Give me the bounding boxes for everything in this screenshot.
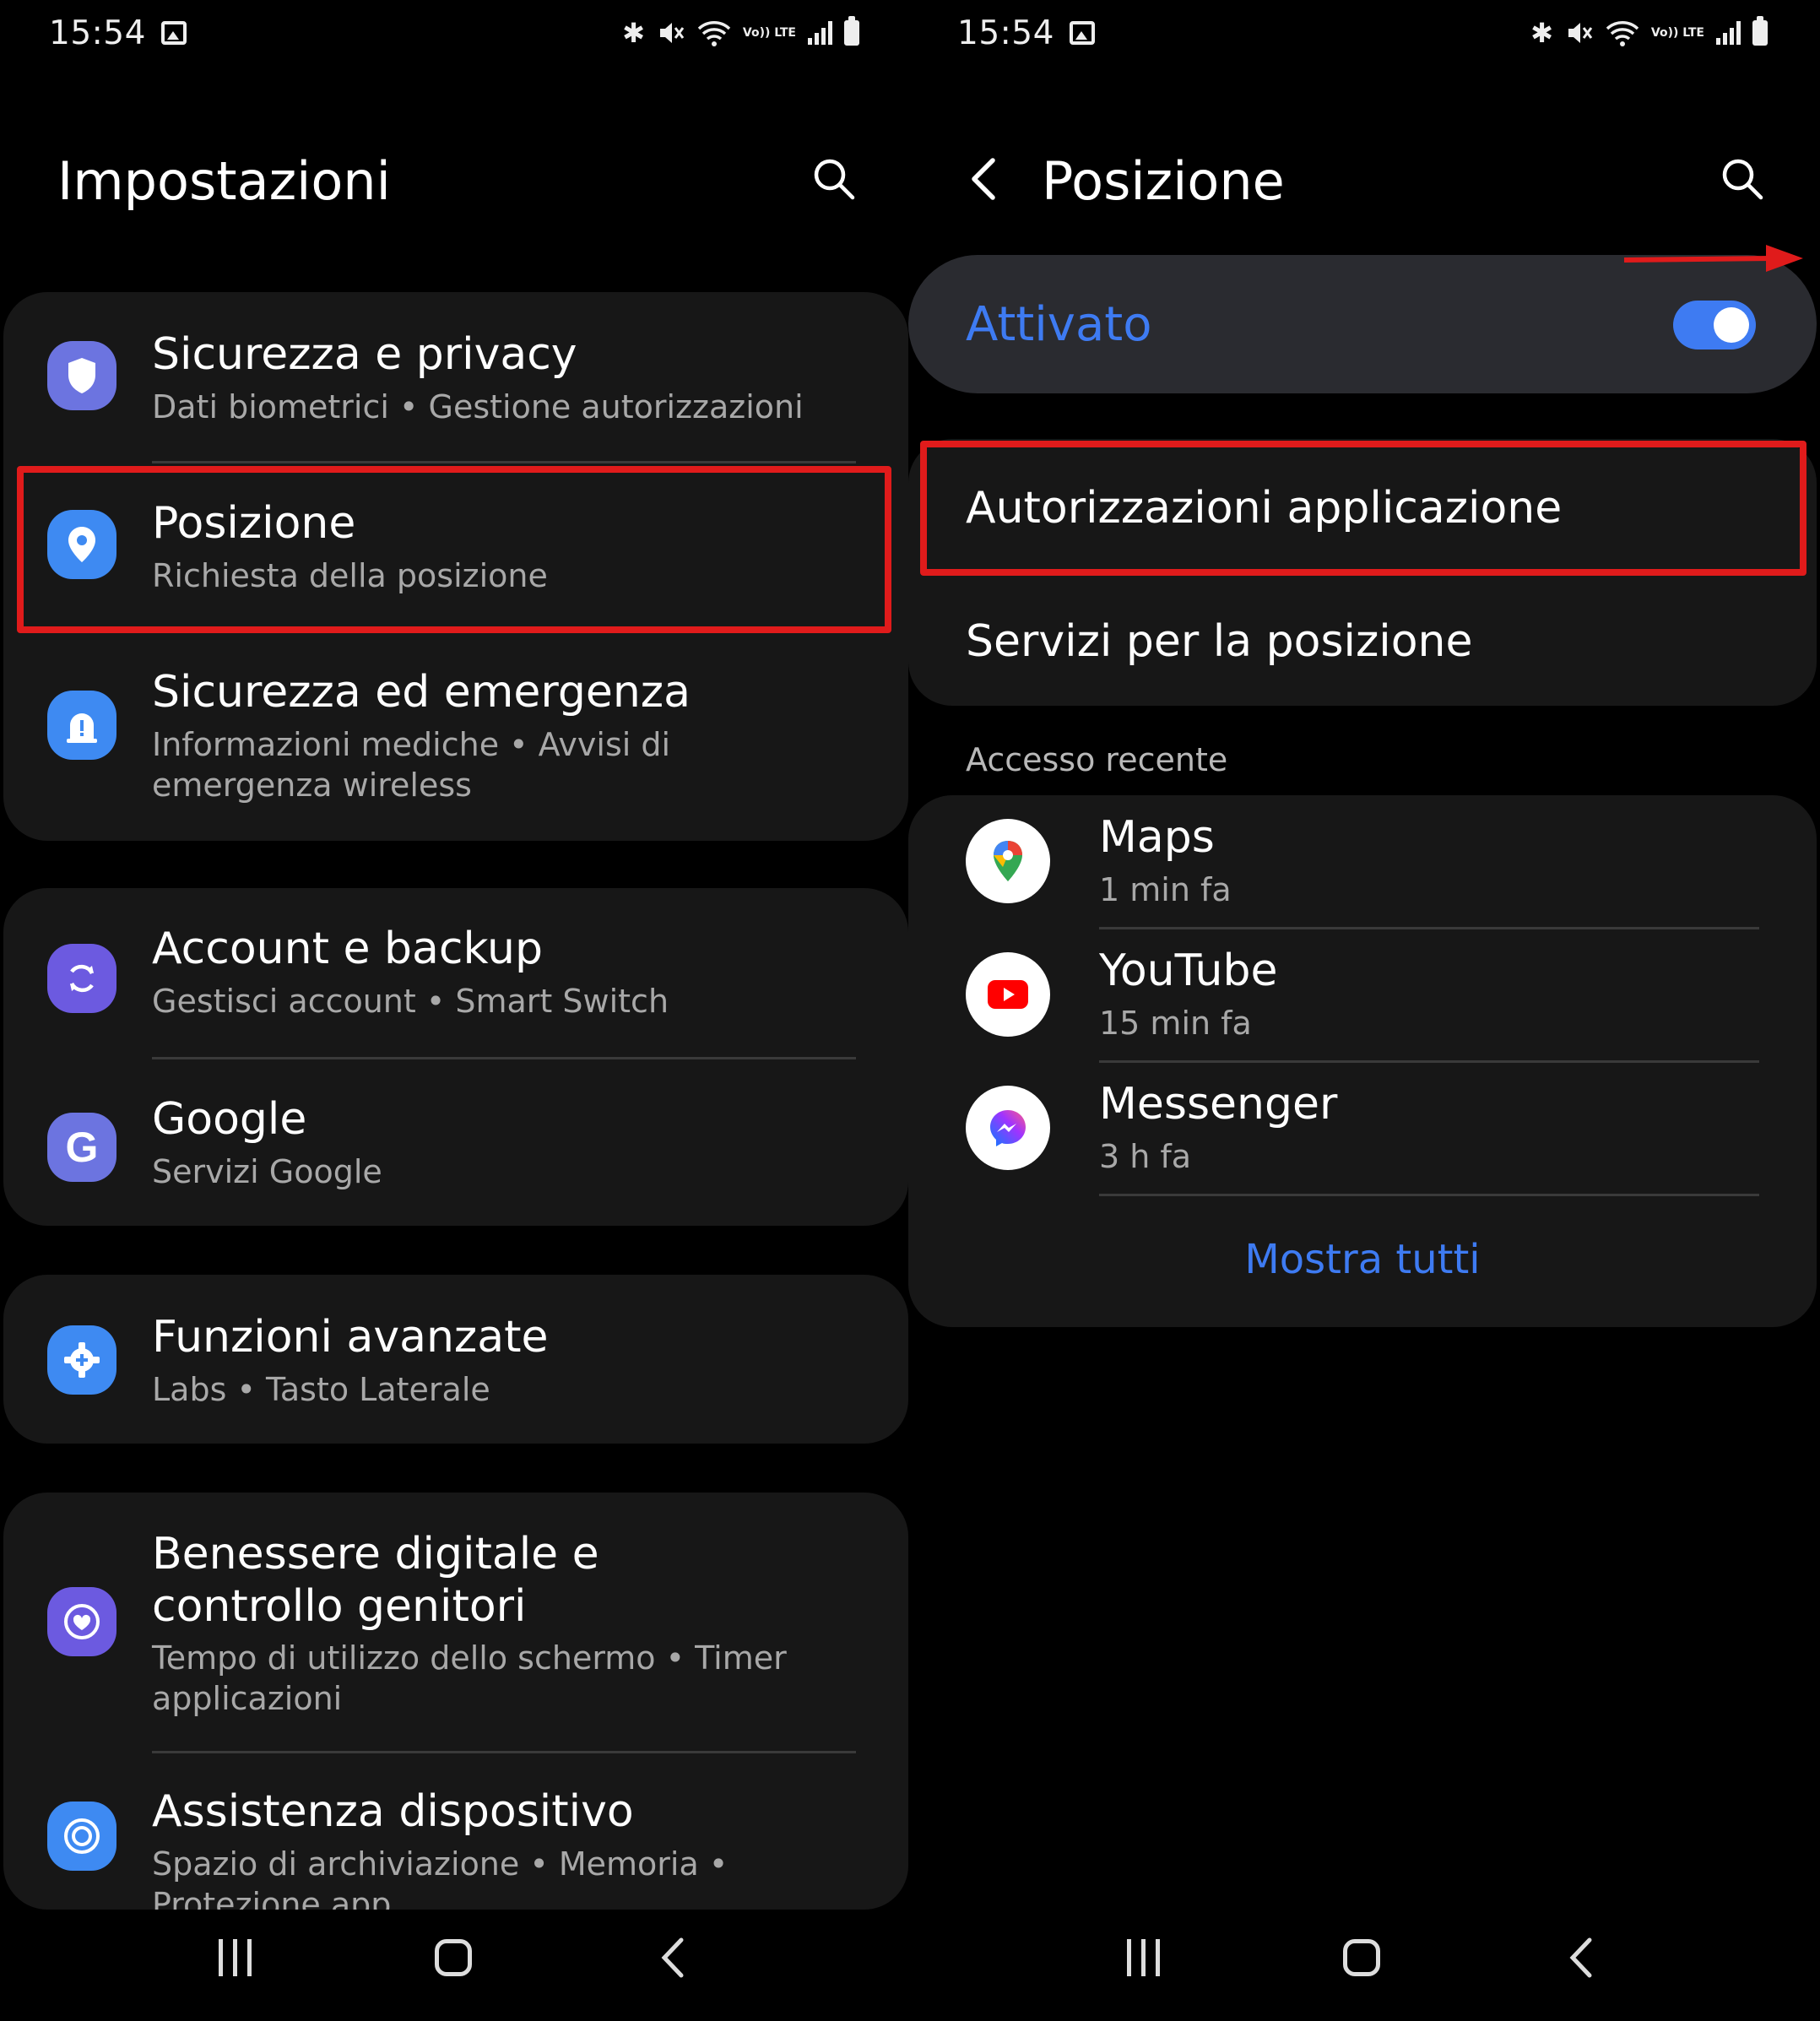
recent-app-time: 1 min fa bbox=[1099, 871, 1232, 908]
recent-app-name: Maps bbox=[1099, 812, 1215, 863]
location-toggle-switch[interactable] bbox=[1673, 301, 1756, 349]
maps-icon bbox=[966, 819, 1050, 903]
switch-knob bbox=[1714, 307, 1749, 343]
gallery-notification-icon bbox=[160, 21, 187, 45]
menu-item-label: Autorizzazioni applicazione bbox=[966, 483, 1563, 534]
signal-icon bbox=[808, 21, 832, 45]
settings-item-location[interactable]: Posizione Richiesta della posizione bbox=[3, 464, 908, 630]
menu-item-location-services[interactable]: Servizi per la posizione bbox=[908, 572, 1817, 706]
status-time: 15:54 bbox=[49, 14, 146, 52]
settings-item-subtitle: Labs • Tasto Laterale bbox=[152, 1371, 490, 1408]
emergency-alert-icon bbox=[47, 691, 116, 760]
back-nav-icon[interactable] bbox=[656, 1937, 690, 1979]
home-icon[interactable] bbox=[1343, 1939, 1381, 1976]
youtube-icon bbox=[966, 952, 1050, 1037]
google-icon: G bbox=[47, 1113, 116, 1182]
recent-app-maps[interactable]: Maps 1 min fa bbox=[908, 795, 1817, 929]
battery-icon bbox=[1752, 16, 1768, 46]
recent-app-time: 3 h fa bbox=[1099, 1138, 1192, 1175]
navigation-bar bbox=[908, 1894, 1817, 2021]
recent-apps-icon[interactable] bbox=[218, 1939, 252, 1976]
home-icon[interactable] bbox=[435, 1939, 473, 1976]
back-nav-icon[interactable] bbox=[1564, 1937, 1598, 1979]
menu-item-app-permissions[interactable]: Autorizzazioni applicazione bbox=[908, 439, 1817, 572]
wifi-icon bbox=[697, 21, 731, 46]
settings-item-digital-wellbeing[interactable]: Benessere digitale e controllo genitori … bbox=[3, 1493, 908, 1754]
settings-group-3: Funzioni avanzate Labs • Tasto Laterale bbox=[3, 1275, 908, 1444]
settings-item-accounts-backup[interactable]: Account e backup Gestisci account • Smar… bbox=[3, 888, 908, 1057]
settings-item-google[interactable]: G Google Servizi Google bbox=[3, 1060, 908, 1226]
settings-group-2: Account e backup Gestisci account • Smar… bbox=[3, 888, 908, 1226]
settings-screen: 15:54 ✱ Vo)) LTE Impostazioni Sicurezza … bbox=[0, 0, 908, 2021]
status-icons: ✱ Vo)) LTE bbox=[622, 16, 859, 49]
settings-item-label: Posizione bbox=[152, 498, 356, 549]
settings-item-label: Google bbox=[152, 1094, 307, 1145]
volte-icon: Vo)) LTE bbox=[1650, 26, 1704, 40]
volte-icon: Vo)) LTE bbox=[742, 26, 796, 40]
recent-app-name: YouTube bbox=[1099, 945, 1278, 996]
page-title: Posizione bbox=[1042, 150, 1285, 212]
recent-app-messenger[interactable]: Messenger 3 h fa bbox=[908, 1062, 1817, 1195]
shield-icon bbox=[47, 341, 116, 410]
show-all-link[interactable]: Mostra tutti bbox=[908, 1236, 1817, 1283]
settings-item-label: Funzioni avanzate bbox=[152, 1312, 549, 1363]
settings-item-label: Sicurezza ed emergenza bbox=[152, 667, 691, 718]
battery-icon bbox=[844, 16, 859, 46]
settings-item-device-care[interactable]: Assistenza dispositivo Spazio di archivi… bbox=[3, 1754, 908, 1910]
divider bbox=[152, 1751, 856, 1753]
settings-group-4: Benessere digitale e controllo genitori … bbox=[3, 1493, 908, 1910]
device-care-icon bbox=[47, 1802, 116, 1871]
back-arrow-icon[interactable] bbox=[964, 155, 1003, 203]
settings-item-subtitle: Informazioni mediche • Avvisi di emergen… bbox=[152, 726, 671, 804]
settings-item-security-privacy[interactable]: Sicurezza e privacy Dati biometrici • Ge… bbox=[3, 292, 908, 461]
mute-icon bbox=[659, 23, 685, 43]
wellbeing-heart-icon bbox=[47, 1587, 116, 1656]
settings-group-1: Sicurezza e privacy Dati biometrici • Ge… bbox=[3, 292, 908, 841]
settings-item-subtitle: Servizi Google bbox=[152, 1153, 382, 1190]
navigation-bar bbox=[0, 1894, 908, 2021]
divider bbox=[1099, 1194, 1759, 1196]
recent-access-header: Accesso recente bbox=[966, 741, 1228, 778]
location-screen: 15:54 ✱ Vo)) LTE Posizione Attivato Auto… bbox=[908, 0, 1817, 2021]
messenger-icon bbox=[966, 1086, 1050, 1170]
settings-item-subtitle: Tempo di utilizzo dello schermo • Timer … bbox=[152, 1639, 787, 1717]
bluetooth-icon: ✱ bbox=[1530, 17, 1553, 49]
mute-icon bbox=[1568, 23, 1593, 43]
recent-app-time: 15 min fa bbox=[1099, 1005, 1252, 1042]
settings-item-subtitle: Gestisci account • Smart Switch bbox=[152, 983, 669, 1020]
divider bbox=[152, 461, 856, 463]
settings-item-label: Sicurezza e privacy bbox=[152, 329, 577, 380]
signal-icon bbox=[1716, 21, 1741, 45]
status-bar: 15:54 ✱ Vo)) LTE bbox=[957, 12, 1768, 54]
sync-icon bbox=[47, 944, 116, 1013]
page-title: Impostazioni bbox=[57, 150, 391, 212]
settings-item-label: Benessere digitale e controllo genitori bbox=[152, 1529, 599, 1632]
location-pin-icon bbox=[47, 510, 116, 579]
menu-item-label: Servizi per la posizione bbox=[966, 616, 1473, 667]
recent-apps-icon[interactable] bbox=[1126, 1939, 1160, 1976]
bluetooth-icon: ✱ bbox=[622, 17, 645, 49]
recent-app-youtube[interactable]: YouTube 15 min fa bbox=[908, 929, 1817, 1062]
settings-item-advanced-features[interactable]: Funzioni avanzate Labs • Tasto Laterale bbox=[3, 1275, 908, 1444]
settings-item-label: Assistenza dispositivo bbox=[152, 1786, 634, 1837]
settings-item-label: Account e backup bbox=[152, 924, 543, 974]
status-icons: ✱ Vo)) LTE bbox=[1530, 16, 1768, 49]
divider bbox=[152, 1057, 856, 1059]
settings-item-safety-emergency[interactable]: Sicurezza ed emergenza Informazioni medi… bbox=[3, 633, 908, 841]
gallery-notification-icon bbox=[1069, 21, 1095, 45]
search-icon[interactable] bbox=[1720, 157, 1764, 201]
location-menu-card: Autorizzazioni applicazione Servizi per … bbox=[908, 439, 1817, 706]
settings-item-subtitle: Dati biometrici • Gestione autorizzazion… bbox=[152, 388, 804, 425]
search-icon[interactable] bbox=[812, 157, 856, 201]
red-arrow-annotation bbox=[1623, 245, 1803, 272]
recent-access-card: Maps 1 min fa YouTube 15 min fa Messenge… bbox=[908, 795, 1817, 1327]
gear-plus-icon bbox=[47, 1325, 116, 1395]
recent-app-name: Messenger bbox=[1099, 1079, 1338, 1130]
wifi-icon bbox=[1606, 21, 1639, 46]
settings-item-subtitle: Richiesta della posizione bbox=[152, 557, 548, 594]
toggle-label: Attivato bbox=[966, 297, 1152, 352]
status-time: 15:54 bbox=[957, 14, 1054, 52]
status-bar: 15:54 ✱ Vo)) LTE bbox=[49, 12, 859, 54]
